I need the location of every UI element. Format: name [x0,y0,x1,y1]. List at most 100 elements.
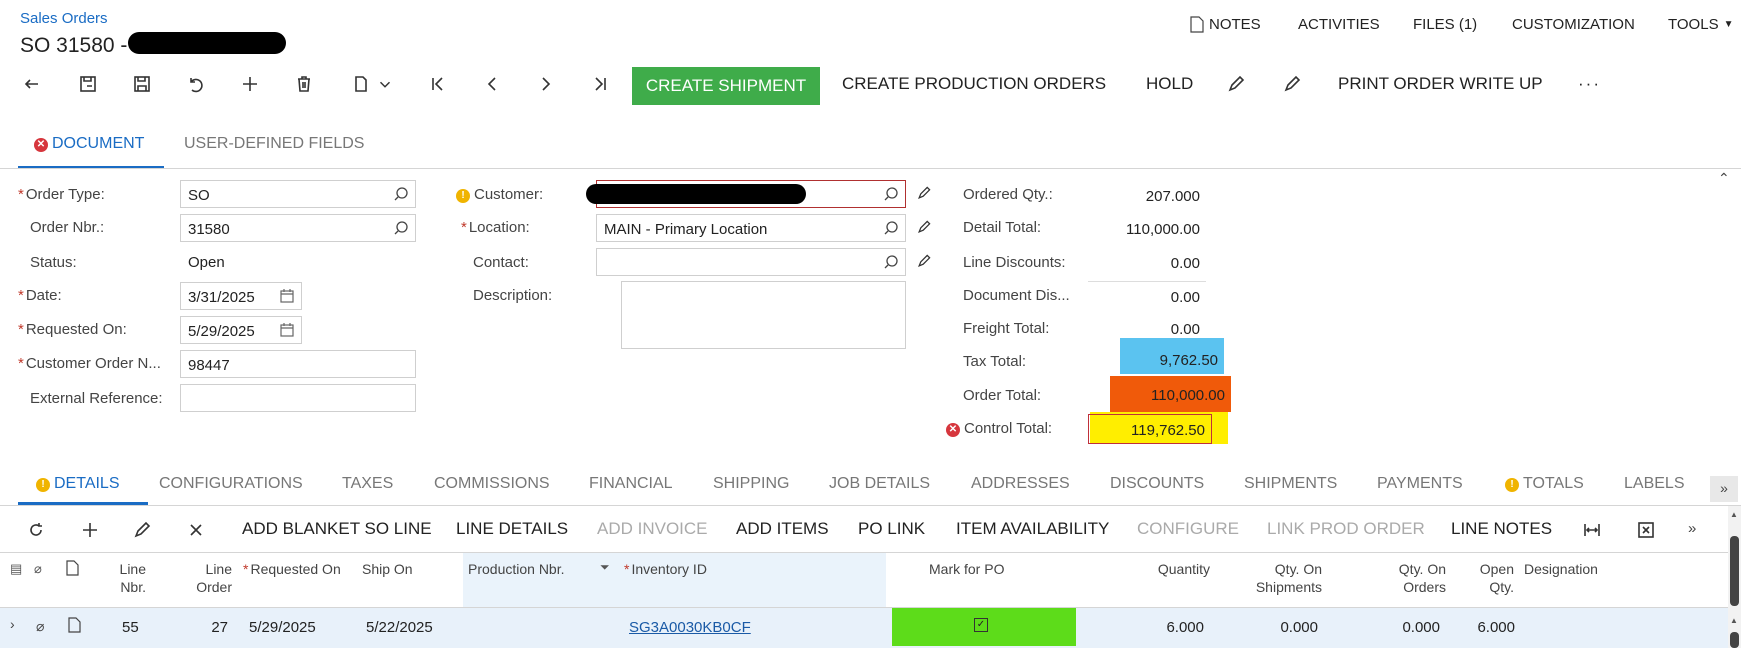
previous-record-icon[interactable] [478,70,506,98]
more-tabs-icon[interactable]: » [1710,476,1738,502]
cell-requested-on[interactable]: 5/29/2025 [249,619,316,636]
edit-contact-icon[interactable] [912,249,936,273]
more-actions-button[interactable]: ··· [1578,74,1601,94]
customer-order-field[interactable]: 98447 [180,350,416,378]
edit-customer-icon[interactable] [912,181,936,205]
last-record-icon[interactable] [586,70,614,98]
line-notes-button[interactable]: LINE NOTES [1451,519,1552,539]
collapse-icon[interactable]: ⌃ [1718,170,1730,187]
requested-on-field[interactable]: 5/29/2025 [180,316,302,344]
tab-configurations[interactable]: CONFIGURATIONS [159,475,303,493]
next-record-icon[interactable] [532,70,560,98]
tab-addresses[interactable]: ADDRESSES [971,475,1070,493]
column-ship-on[interactable]: Ship On [362,560,413,578]
control-total-field[interactable]: 119,762.50 [1088,414,1212,444]
link-prod-order-button[interactable]: LINK PROD ORDER [1267,519,1425,539]
scrollbar-thumb[interactable] [1730,536,1739,606]
tab-labels[interactable]: LABELS [1624,475,1684,493]
calendar-icon[interactable] [279,288,295,304]
hold-button[interactable]: HOLD [1146,74,1193,94]
tab-financial[interactable]: FINANCIAL [589,475,673,493]
column-designation[interactable]: Designation [1524,560,1598,578]
inventory-id-link[interactable]: SG3A0030KB0CF [629,619,751,636]
pencil-icon[interactable] [1222,70,1250,98]
date-field[interactable]: 3/31/2025 [180,282,302,310]
delete-row-icon[interactable] [182,516,210,544]
cell-line-order[interactable]: 27 [200,619,228,636]
calendar-icon[interactable] [279,322,295,338]
search-icon[interactable] [393,186,409,202]
location-field[interactable]: MAIN - Primary Location [596,214,906,242]
delete-icon[interactable] [290,70,318,98]
edit-row-icon[interactable] [128,516,156,544]
search-icon[interactable] [883,186,899,202]
excel-export-icon[interactable] [1632,516,1660,544]
undo-icon[interactable] [182,70,210,98]
tab-discounts[interactable]: DISCOUNTS [1110,475,1204,493]
cell-inventory-id[interactable]: SG3A0030KB0CF [629,619,751,636]
mark-for-po-checkbox[interactable]: ✓ [974,618,988,632]
cell-line-nbr[interactable]: 55 [122,619,139,636]
print-order-write-up-button[interactable]: PRINT ORDER WRITE UP [1338,74,1543,94]
tab-details[interactable]: ! DETAILS [36,475,120,493]
column-inventory-id[interactable]: * Inventory ID [624,560,707,578]
add-icon[interactable] [236,70,264,98]
cell-qty-on-orders[interactable]: 0.000 [1376,619,1440,636]
po-link-button[interactable]: PO LINK [858,519,925,539]
configure-button[interactable]: CONFIGURE [1137,519,1239,539]
create-shipment-button[interactable]: CREATE SHIPMENT [632,67,820,105]
refresh-icon[interactable] [22,516,50,544]
tab-shipping[interactable]: SHIPPING [713,475,789,493]
search-icon[interactable] [883,254,899,270]
edit-location-icon[interactable] [912,215,936,239]
column-mark-for-po[interactable]: Mark for PO [929,560,1004,578]
search-icon[interactable] [393,220,409,236]
tab-commissions[interactable]: COMMISSIONS [434,475,550,493]
activities-button[interactable]: ACTIVITIES [1298,16,1380,33]
add-row-icon[interactable] [76,516,104,544]
column-quantity[interactable]: Quantity [1120,560,1210,578]
more-grid-actions-icon[interactable]: » [1688,520,1696,537]
add-items-button[interactable]: ADD ITEMS [736,519,829,539]
tab-taxes[interactable]: TAXES [342,475,393,493]
cell-qty-on-shipments[interactable]: 0.000 [1254,619,1318,636]
tab-job-details[interactable]: JOB DETAILS [829,475,930,493]
fit-columns-icon[interactable] [1578,516,1606,544]
column-line-order[interactable]: Line Order [190,560,232,596]
cell-quantity[interactable]: 6.000 [1140,619,1204,636]
copy-paste-icon[interactable] [346,70,374,98]
first-record-icon[interactable] [424,70,452,98]
column-line-nbr[interactable]: Line Nbr. [110,560,146,596]
attachment-icon[interactable]: ⌀ [36,618,44,635]
scrollbar-thumb[interactable] [1730,632,1739,648]
column-production-nbr[interactable]: Production Nbr. [468,560,565,578]
add-blanket-so-line-button[interactable]: ADD BLANKET SO LINE [242,519,432,539]
scroll-up-icon[interactable]: ▲ [1730,510,1738,519]
breadcrumb[interactable]: Sales Orders [20,10,108,27]
cell-open-qty[interactable]: 6.000 [1465,619,1515,636]
contact-field[interactable] [596,248,906,276]
tab-document[interactable]: ✕ DOCUMENT [34,135,144,153]
item-availability-button[interactable]: ITEM AVAILABILITY [956,519,1109,539]
scroll-up-icon[interactable]: ▲ [1730,616,1738,625]
column-qty-on-shipments[interactable]: Qty. On Shipments [1238,560,1322,596]
note-icon[interactable] [68,617,81,638]
cell-ship-on[interactable]: 5/22/2025 [366,619,433,636]
tools-menu[interactable]: TOOLS ▼ [1668,16,1733,33]
row-expand-icon[interactable]: › [10,616,15,632]
order-type-field[interactable]: SO [180,180,416,208]
add-invoice-button[interactable]: ADD INVOICE [597,519,708,539]
column-qty-on-orders[interactable]: Qty. On Orders [1366,560,1446,596]
tab-user-defined-fields[interactable]: USER-DEFINED FIELDS [184,135,364,153]
save-close-icon[interactable] [74,70,102,98]
notes-button[interactable]: NOTES [1190,16,1261,33]
pencil-icon[interactable] [1278,70,1306,98]
description-field[interactable] [621,281,906,349]
back-icon[interactable] [18,70,46,98]
tab-payments[interactable]: PAYMENTS [1377,475,1463,493]
filter-icon[interactable]: ⏷ [600,560,610,575]
files-button[interactable]: FILES (1) [1413,16,1477,33]
search-icon[interactable] [883,220,899,236]
order-nbr-field[interactable]: 31580 [180,214,416,242]
customization-button[interactable]: CUSTOMIZATION [1512,16,1635,33]
